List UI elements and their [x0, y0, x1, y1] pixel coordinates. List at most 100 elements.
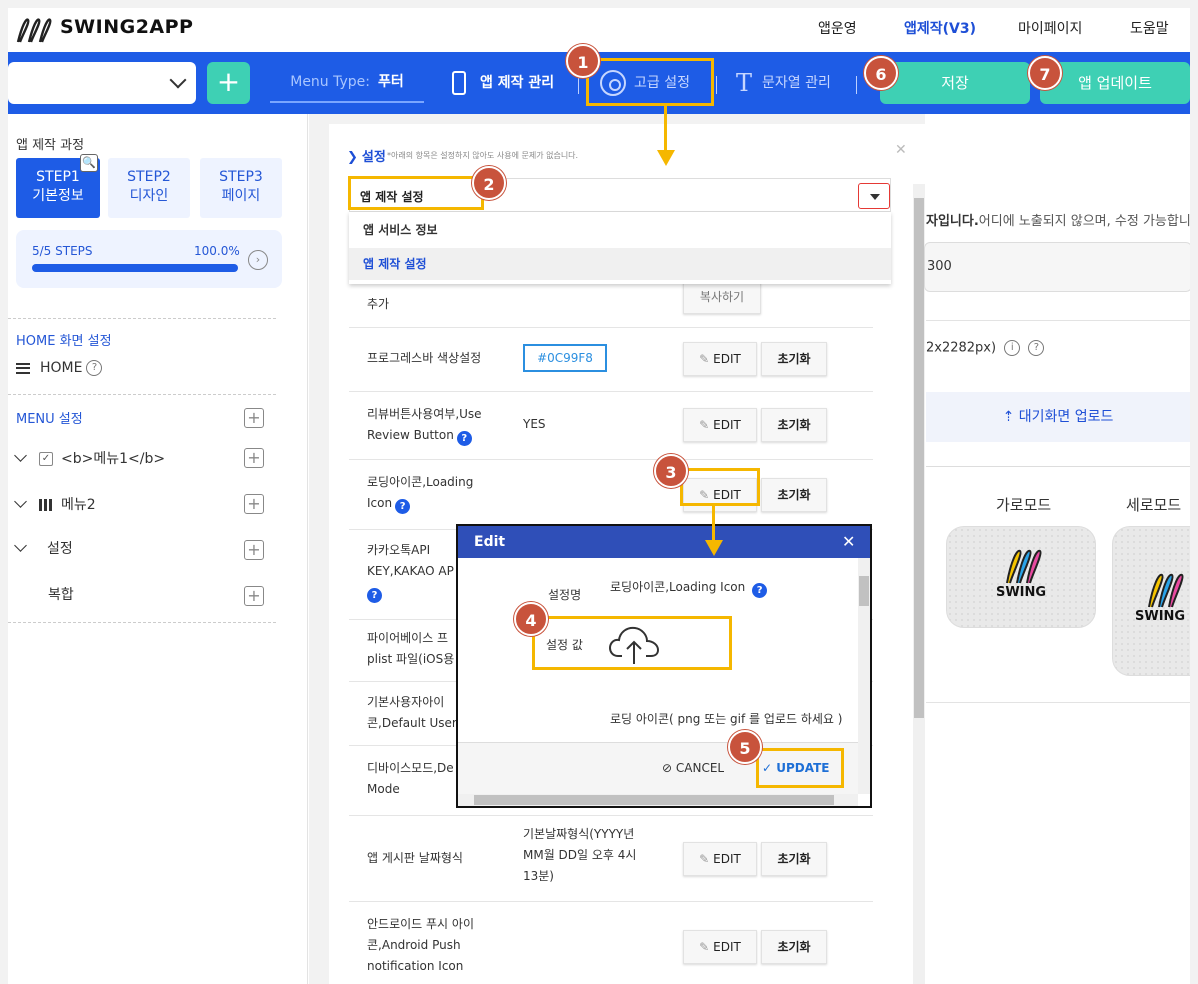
reset-button[interactable]: 초기화 [761, 842, 827, 876]
cancel-button[interactable]: ⊘ CANCEL [662, 761, 724, 775]
panel-title: ❯ 설정 [347, 146, 386, 165]
chevron-right-icon[interactable]: › [248, 250, 268, 270]
string-manage-tab[interactable]: T 문자열 관리 [736, 63, 831, 103]
add-app-button[interactable]: + [207, 62, 250, 104]
home-item[interactable]: HOME? [16, 360, 103, 376]
step3-line1: STEP3 [219, 169, 263, 185]
add-submenu-icon[interactable]: + [244, 586, 264, 606]
pencil-icon: ✎ [699, 940, 710, 954]
add-submenu-icon[interactable]: + [244, 448, 264, 468]
menu-item-1[interactable]: ✓ <b>메뉴1</b> [14, 448, 165, 468]
save-button[interactable]: 저장 [880, 62, 1030, 104]
divider [926, 702, 1190, 703]
highlight-advanced-settings [586, 58, 714, 106]
reset-button[interactable]: 초기화 [761, 342, 827, 376]
landscape-mode-label: 가로모드 [996, 496, 1052, 514]
chevron-right-icon: ❯ [347, 150, 358, 165]
app-manage-label: 앱 제작 관리 [480, 75, 555, 91]
toolbar-divider [856, 76, 857, 94]
topnav-app-build[interactable]: 앱제작(V3) [904, 18, 976, 38]
panel-scroll-thumb[interactable] [914, 198, 924, 718]
help-icon[interactable]: ? [752, 583, 768, 598]
row-name-line2: KEY,KAKAO AP [367, 564, 454, 578]
chevron-down-icon[interactable] [14, 495, 27, 508]
menu-item-label: 복합 [48, 587, 74, 603]
setting-name-text: 로딩아이콘,Loading Icon [610, 580, 746, 594]
table-row: 안드로이드 푸시 아이 콘,Android Push notification Ic… [349, 902, 873, 984]
help-icon[interactable]: ? [395, 499, 411, 514]
add-menu-icon[interactable]: + [244, 408, 264, 428]
row-name-line2: plist 파일(iOS용 [367, 652, 455, 666]
step2-button[interactable]: STEP2 디자인 [108, 158, 190, 218]
help-icon[interactable]: ? [456, 431, 472, 446]
help-icon[interactable]: ? [1028, 340, 1045, 356]
menu-item-2[interactable]: 메뉴2 [14, 494, 96, 514]
table-row: 추가 복사하기 [349, 280, 873, 328]
menu-item-3[interactable]: 설정 [14, 538, 73, 558]
step-badge-3: 3 [654, 454, 688, 488]
edit-button[interactable]: ✎ EDIT [683, 408, 757, 442]
step3-button[interactable]: STEP3 페이지 [200, 158, 282, 218]
modal-scroll-thumb[interactable] [859, 576, 869, 606]
edit-button[interactable]: ✎ EDIT [683, 342, 757, 376]
help-icon[interactable]: ? [86, 360, 103, 376]
topnav-help[interactable]: 도움말 [1130, 18, 1169, 38]
reset-button[interactable]: 초기화 [761, 930, 827, 964]
app-select[interactable] [8, 62, 196, 104]
divider [8, 394, 276, 395]
grid-icon [39, 499, 53, 511]
table-row: 리뷰버튼사용여부,Use Review Button? YES ✎ EDIT 초기화 [349, 392, 873, 460]
checkbox-icon[interactable]: ✓ [39, 452, 53, 466]
progress-card: 5/5 STEPS 100.0% › [16, 230, 282, 288]
app-manage-tab[interactable]: 앱 제작 관리 [452, 63, 554, 103]
modal-title: Edit [458, 526, 870, 558]
swing-logo-icon [1148, 573, 1184, 608]
close-icon[interactable]: ✕ [842, 532, 855, 551]
toolbar-divider [578, 76, 579, 94]
progress-track [32, 264, 238, 272]
info-icon[interactable]: i [1004, 340, 1021, 356]
step-badge-2: 2 [472, 166, 506, 200]
row-name: 프로그레스바 색상설정 [367, 351, 482, 365]
text-icon: T [736, 69, 753, 97]
dropdown-option-build-settings[interactable]: 앱 제작 설정 [349, 248, 891, 280]
add-submenu-icon[interactable]: + [244, 540, 264, 560]
toolbar-divider [716, 76, 717, 94]
modal-hscroll-thumb[interactable] [474, 795, 834, 805]
color-value[interactable]: #0C99F8 [523, 344, 607, 372]
add-submenu-icon[interactable]: + [244, 494, 264, 514]
chevron-down-icon[interactable] [14, 539, 27, 552]
topnav-mypage[interactable]: 마이페이지 [1018, 18, 1082, 38]
reset-button[interactable]: 초기화 [761, 408, 827, 442]
home-item-label: HOME [40, 360, 83, 376]
app-update-button[interactable]: 앱 업데이트 [1040, 62, 1190, 104]
landscape-preview-image[interactable]: SWING [946, 526, 1096, 628]
edit-label: EDIT [713, 852, 741, 866]
dropdown-option-service-info[interactable]: 앱 서비스 정보 [349, 214, 891, 246]
splash-upload-button[interactable]: ⇡ 대기화면 업로드 [926, 392, 1190, 442]
reset-button[interactable]: 초기화 [761, 478, 827, 512]
menu-type-display[interactable]: Menu Type: 푸터 [270, 63, 424, 103]
description-bold: 자입니다. [926, 214, 979, 229]
row-name-line1: 리뷰버튼사용여부,Use [367, 407, 482, 421]
app-name-input[interactable]: 300 [924, 242, 1190, 292]
swing-logo-text: SWING [1135, 609, 1186, 624]
step-badge-5: 5 [728, 730, 762, 764]
row-name: 안드로이드 푸시 아이 콘,Android Push notification Ic… [367, 914, 474, 977]
copy-button[interactable]: 복사하기 [683, 280, 761, 314]
edit-button[interactable]: ✎ EDIT [683, 842, 757, 876]
zoom-icon[interactable]: 🔍 [80, 154, 98, 172]
row-name: 파이어베이스 프 plist 파일(iOS용 [367, 628, 454, 670]
dropdown-arrow-icon[interactable] [858, 183, 890, 209]
highlight-setting-value [532, 616, 732, 670]
topnav-app-operation[interactable]: 앱운영 [818, 18, 857, 38]
edit-button[interactable]: ✎ EDIT [683, 930, 757, 964]
chevron-down-icon[interactable] [14, 449, 27, 462]
help-icon[interactable]: ? [367, 588, 382, 603]
chevron-down-icon [169, 71, 187, 89]
annotation-arrow-head [657, 150, 675, 166]
close-icon[interactable]: ✕ [895, 142, 907, 158]
brand-name[interactable]: SWING2APP [60, 16, 193, 38]
portrait-preview-image[interactable]: SWING [1112, 526, 1190, 676]
menu-item-4[interactable]: 복합 [48, 584, 74, 604]
